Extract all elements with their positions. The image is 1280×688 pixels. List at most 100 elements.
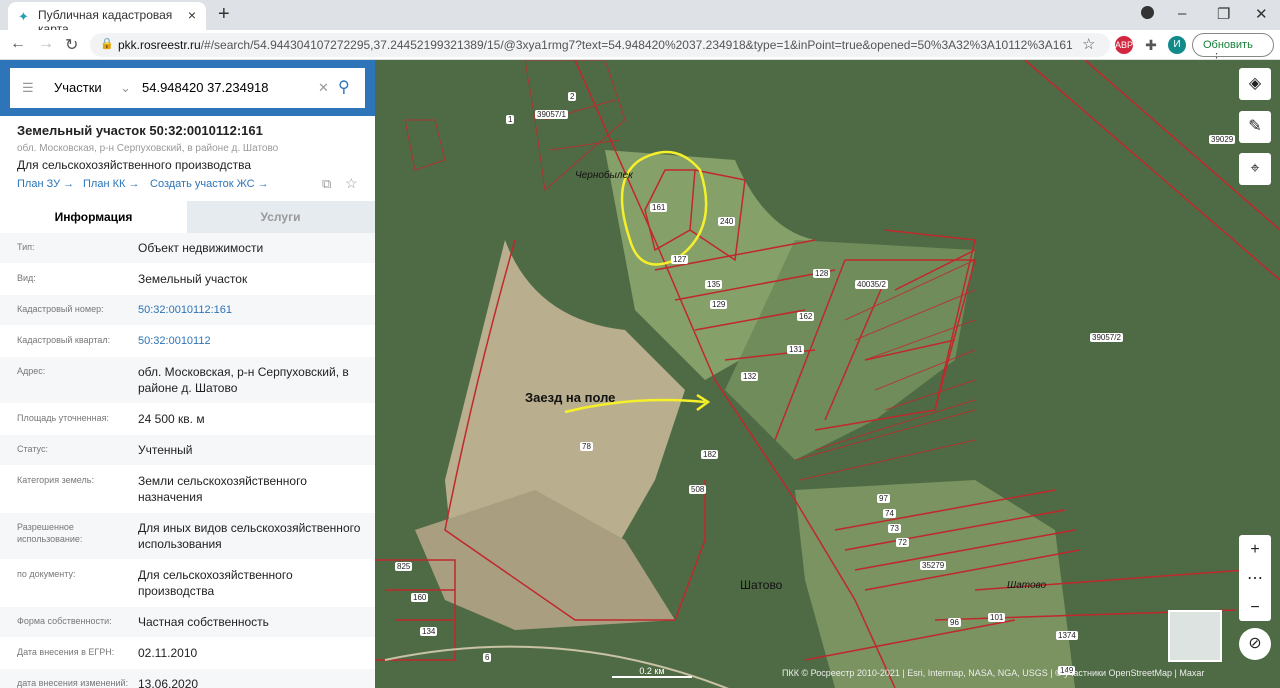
info-row: Дата внесения в ЕГРН: 02.11.2010	[0, 638, 375, 669]
tab-services[interactable]: Услуги	[187, 201, 374, 233]
tab-info[interactable]: Информация	[0, 201, 187, 233]
minimize-button[interactable]: –	[1178, 5, 1186, 22]
parcel-number-label[interactable]: 825	[395, 562, 413, 571]
ruler-button[interactable]: ✎	[1239, 111, 1271, 143]
place-label: Шатово	[1007, 580, 1047, 591]
place-label: Шатово	[740, 578, 783, 592]
profile-avatar[interactable]: И	[1168, 36, 1186, 54]
info-key: Категория земель:	[17, 475, 94, 485]
plan-kk-link[interactable]: План КК →	[83, 178, 139, 190]
layers-button[interactable]: ◈	[1239, 68, 1271, 100]
create-parcel-link[interactable]: Создать участок ЖС →	[150, 178, 269, 190]
info-value: 02.11.2010	[138, 646, 198, 660]
parcel-number-label[interactable]: 39057/2	[1090, 333, 1123, 342]
bookmark-star-icon[interactable]: ☆	[1082, 35, 1095, 53]
search-icon[interactable]: ⚲	[338, 77, 350, 97]
info-row: Тип: Объект недвижимости	[0, 233, 375, 264]
info-row: Адрес: обл. Московская, р-н Серпуховский,…	[0, 357, 375, 404]
plan-zu-link[interactable]: План ЗУ →	[17, 178, 74, 190]
map-attribution: ПКК © Росреестр 2010-2021 | Esri, Interm…	[782, 668, 1205, 678]
search-input[interactable]: 54.948420 37.234918	[142, 80, 269, 95]
zoom-controls: + ⋯ −	[1239, 535, 1271, 621]
menu-icon[interactable]: ☰	[22, 80, 34, 96]
parcel-number-label[interactable]: 101	[988, 613, 1006, 622]
parcel-number-label[interactable]: 182	[701, 450, 719, 459]
parcel-number-label[interactable]: 240	[718, 217, 736, 226]
parcel-title: Земельный участок 50:32:0010112:161	[17, 123, 263, 138]
info-row: Кадастровый квартал: 50:32:0010112	[0, 326, 375, 357]
info-row: Кадастровый номер: 50:32:0010112:161	[0, 295, 375, 326]
info-key: по документу:	[17, 569, 76, 579]
map-view[interactable]: 161 240 127 128 135 129 162 131 132 39057/1 39029 3…	[375, 60, 1280, 688]
zoom-more-button[interactable]: ⋯	[1239, 564, 1271, 593]
info-value: Объект недвижимости	[138, 241, 264, 255]
close-window-button[interactable]: ✕	[1255, 5, 1268, 23]
parcel-number-label[interactable]: 96	[948, 618, 961, 627]
parcel-number-label[interactable]: 132	[741, 372, 759, 381]
reload-button[interactable]: ↻	[65, 35, 78, 55]
zoom-in-button[interactable]: +	[1239, 535, 1271, 564]
info-value: обл. Московская, р-н Серпуховский, в рай…	[138, 365, 349, 395]
parcel-number-label[interactable]: 129	[710, 300, 728, 309]
parcel-purpose: Для сельскохозяйственного производства	[17, 158, 252, 172]
parcel-number-label[interactable]: 162	[797, 312, 815, 321]
browser-tab[interactable]: ✦ Публичная кадастровая карта ×	[8, 2, 206, 36]
parcel-number-label[interactable]: 127	[671, 255, 689, 264]
extensions-puzzle-icon[interactable]: ✚	[1142, 36, 1160, 54]
parcel-number-label[interactable]: 35279	[920, 561, 947, 570]
maximize-button[interactable]: ❐	[1217, 5, 1230, 23]
update-button[interactable]: Обновить ⋮	[1192, 33, 1274, 64]
url-host: pkk.rosreestr.ru	[118, 38, 201, 52]
url-input[interactable]: 🔒 pkk.rosreestr.ru/#/search/54.9443041072…	[90, 33, 1110, 57]
basemap-switcher[interactable]	[1168, 610, 1222, 662]
locate-button[interactable]: ⌖	[1239, 153, 1271, 185]
parcel-number-label[interactable]: 160	[411, 593, 429, 602]
parcel-number-label[interactable]: 161	[650, 203, 668, 212]
lock-icon: 🔒	[100, 38, 114, 50]
info-panel: ☰ Участки ⌄ 54.948420 37.234918 ✕ ⚲ Земе…	[0, 60, 375, 688]
info-key: Разрешенное использование:	[17, 522, 83, 544]
info-value: Частная собственность	[138, 615, 269, 629]
parcel-number-label[interactable]: 39057/1	[535, 110, 568, 119]
info-value: 24 500 кв. м	[138, 412, 205, 426]
site-favicon-icon: ✦	[18, 9, 29, 24]
parcel-number-label[interactable]: 40035/2	[855, 280, 888, 289]
parcel-number-label[interactable]: 508	[689, 485, 707, 494]
parcel-number-label[interactable]: 1374	[1056, 631, 1078, 640]
info-key: Кадастровый номер:	[17, 304, 104, 314]
parcel-number-label[interactable]: 6	[483, 653, 492, 662]
info-row: Статус: Учтенный	[0, 435, 375, 466]
parcel-address: обл. Московская, р-н Серпуховский, в рай…	[17, 143, 279, 154]
parcel-number-label[interactable]: 2	[568, 92, 577, 101]
info-key: Тип:	[17, 242, 35, 252]
forward-button[interactable]: →	[38, 35, 54, 53]
favorite-star-icon[interactable]: ☆	[345, 175, 358, 192]
compass-button[interactable]: ⊘	[1239, 628, 1271, 660]
info-row: дата внесения изменений: 13.06.2020	[0, 669, 375, 688]
new-tab-button[interactable]: +	[218, 3, 230, 26]
close-tab-icon[interactable]: ×	[188, 7, 196, 23]
chevron-down-icon[interactable]: ⌄	[120, 80, 131, 96]
parcel-number-label[interactable]: 72	[896, 538, 909, 547]
parcel-number-label[interactable]: 73	[888, 524, 901, 533]
info-row: Площадь уточненная: 24 500 кв. м	[0, 404, 375, 435]
parcel-number-label[interactable]: 131	[787, 345, 805, 354]
parcel-number-label[interactable]: 134	[420, 627, 438, 636]
search-type-select[interactable]: Участки	[54, 80, 102, 95]
parcel-number-label[interactable]: 97	[877, 494, 890, 503]
zoom-out-button[interactable]: −	[1239, 593, 1271, 622]
parcel-number-label[interactable]: 39029	[1209, 135, 1236, 144]
parcel-number-label[interactable]: 74	[883, 509, 896, 518]
parcel-number-label[interactable]: 135	[705, 280, 723, 289]
clear-icon[interactable]: ✕	[318, 80, 329, 96]
media-icon[interactable]	[1141, 6, 1154, 19]
info-value[interactable]: 50:32:0010112	[138, 326, 375, 356]
zoom-to-icon[interactable]: ⧉	[322, 176, 331, 192]
info-key: Дата внесения в ЕГРН:	[17, 647, 115, 657]
parcel-number-label[interactable]: 78	[580, 442, 593, 451]
adblock-extension-icon[interactable]: ABP	[1115, 36, 1133, 54]
parcel-number-label[interactable]: 128	[813, 269, 831, 278]
parcel-number-label[interactable]: 1	[506, 115, 515, 124]
info-value[interactable]: 50:32:0010112:161	[138, 295, 375, 325]
back-button[interactable]: ←	[10, 35, 26, 53]
